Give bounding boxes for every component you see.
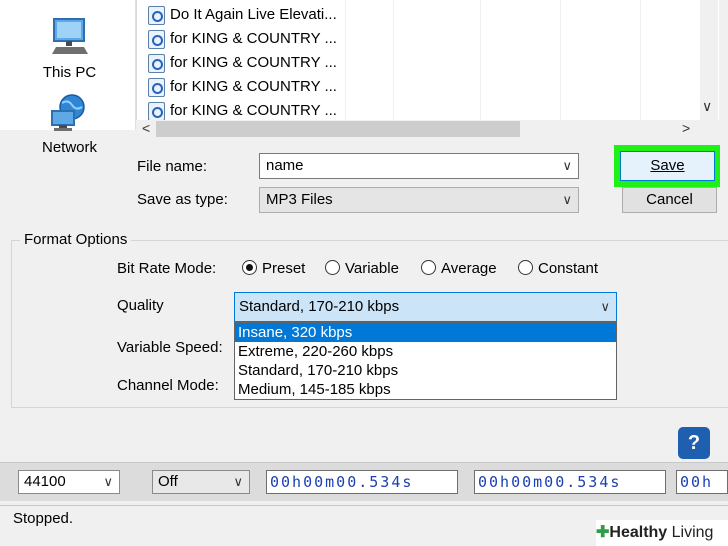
quality-option[interactable]: Medium, 145-185 kbps — [235, 380, 616, 399]
audio-position-time[interactable]: 00h — [676, 470, 728, 494]
quality-option[interactable]: Insane, 320 kbps — [235, 323, 616, 342]
cancel-button[interactable]: Cancel — [622, 187, 717, 213]
radio-preset[interactable]: Preset — [242, 260, 305, 277]
save-as-type-label: Save as type: — [137, 191, 228, 208]
time-value: 00h00m00.534s — [478, 473, 622, 491]
radio-label: Average — [441, 260, 497, 277]
chevron-down-icon[interactable]: ∨ — [562, 188, 572, 212]
selection-end-time[interactable]: 00h00m00.534s — [474, 470, 666, 494]
radio-variable[interactable]: Variable — [325, 260, 399, 277]
radio-unchecked-icon — [325, 260, 340, 275]
selection-start-time[interactable]: 00h00m00.534s — [266, 470, 458, 494]
column-divider — [393, 0, 394, 120]
file-list-item[interactable]: for KING & COUNTRY ... — [148, 100, 337, 122]
file-name-label: File name: — [137, 158, 208, 175]
watermark: ✚Healthy Living — [596, 520, 728, 546]
radio-unchecked-icon — [421, 260, 436, 275]
file-list-item[interactable]: for KING & COUNTRY ... — [148, 28, 337, 50]
save-button-label: Save — [650, 157, 685, 174]
save-as-type-select[interactable]: MP3 Files ∨ — [259, 187, 579, 213]
watermark-brand-bold: Healthy — [609, 524, 668, 541]
audio-file-icon — [148, 53, 165, 73]
file-name-input[interactable]: name ∨ — [259, 153, 579, 179]
chevron-down-icon[interactable]: ∨ — [103, 471, 113, 493]
file-list-item[interactable]: for KING & COUNTRY ... — [148, 52, 337, 74]
nav-label-network: Network — [41, 139, 97, 156]
radio-label: Variable — [345, 260, 399, 277]
quality-dropdown-list: Insane, 320 kbps Extreme, 220-260 kbps S… — [234, 322, 617, 400]
nav-item-this-pc[interactable]: This PC — [2, 16, 137, 81]
scroll-left-icon[interactable]: < — [142, 120, 150, 136]
quality-label: Quality — [117, 297, 164, 314]
file-list-item[interactable]: for KING & COUNTRY ... — [148, 76, 337, 98]
column-divider — [345, 0, 346, 120]
radio-label: Constant — [538, 260, 599, 277]
quality-value: Standard, 170-210 kbps — [239, 298, 400, 315]
radio-unchecked-icon — [518, 260, 533, 275]
radio-constant[interactable]: Constant — [518, 260, 598, 277]
scroll-down-icon[interactable]: ∨ — [702, 98, 712, 115]
audio-file-icon — [148, 77, 165, 97]
plus-icon: ✚ — [596, 524, 610, 541]
save-button[interactable]: Save — [620, 151, 715, 181]
snap-to-select[interactable]: Off ∨ — [152, 470, 250, 494]
file-name-text: for KING & COUNTRY ... — [170, 54, 337, 71]
channel-mode-label: Channel Mode: — [117, 377, 219, 394]
horizontal-scroll-thumb[interactable] — [156, 121, 520, 137]
variable-speed-label: Variable Speed: — [117, 339, 223, 356]
quality-option[interactable]: Extreme, 220-260 kbps — [235, 342, 616, 361]
network-icon — [50, 94, 85, 131]
chevron-down-icon[interactable]: ∨ — [600, 293, 610, 321]
snap-to-value: Off — [158, 473, 178, 490]
time-value: 00h00m00.534s — [270, 473, 414, 491]
status-text: Stopped. — [13, 510, 74, 527]
radio-checked-icon — [242, 260, 257, 275]
quality-select[interactable]: Standard, 170-210 kbps ∨ — [234, 292, 617, 322]
file-name-text: Do It Again Live Elevati... — [170, 6, 337, 23]
column-divider — [640, 0, 641, 120]
column-divider — [480, 0, 481, 120]
scroll-right-icon[interactable]: > — [682, 120, 690, 136]
audio-file-icon — [148, 101, 165, 121]
computer-icon — [51, 18, 88, 54]
watermark-brand-rest: Living — [667, 524, 714, 541]
quality-option[interactable]: Standard, 170-210 kbps — [235, 361, 616, 380]
project-rate-value: 44100 — [24, 473, 66, 490]
chevron-down-icon[interactable]: ∨ — [233, 471, 243, 493]
column-divider — [560, 0, 561, 120]
file-name-text: for KING & COUNTRY ... — [170, 30, 337, 47]
format-options-title: Format Options — [20, 231, 132, 248]
audio-file-icon — [148, 29, 165, 49]
bit-rate-mode-label: Bit Rate Mode: — [117, 260, 217, 277]
project-rate-select[interactable]: 44100 ∨ — [18, 470, 120, 494]
save-as-type-value: MP3 Files — [266, 191, 333, 208]
file-name-value: name — [266, 157, 304, 174]
audio-file-icon — [148, 5, 165, 25]
file-list-item[interactable]: Do It Again Live Elevati... — [148, 4, 337, 26]
radio-average[interactable]: Average — [421, 260, 497, 277]
chevron-down-icon[interactable]: ∨ — [562, 154, 572, 178]
time-value: 00h — [680, 473, 714, 491]
help-button[interactable]: ? — [678, 427, 710, 459]
radio-label: Preset — [262, 260, 306, 277]
nav-item-network[interactable]: Network — [2, 93, 137, 156]
file-name-text: for KING & COUNTRY ... — [170, 78, 337, 95]
file-name-text: for KING & COUNTRY ... — [170, 102, 337, 119]
nav-label-this-pc: This PC — [42, 64, 97, 81]
